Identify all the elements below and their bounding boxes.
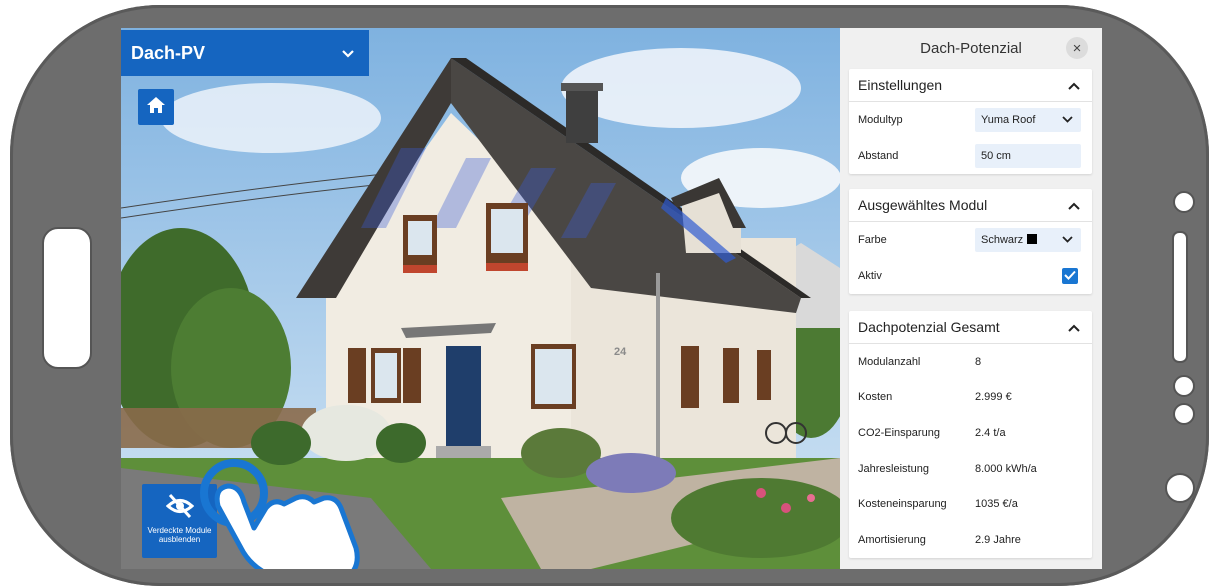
summary-value: 2.9 Jahre [975, 533, 1021, 546]
device-right-slot [1172, 231, 1188, 363]
panel-title: Dach-Potenzial [920, 39, 1022, 57]
module-type-value: Yuma Roof [981, 114, 1036, 126]
summary-row: Jahresleistung 8.000 kWh/a [849, 451, 1092, 487]
selected-module-card: Ausgewähltes Modul Farbe Schwarz Aktiv [849, 189, 1092, 294]
summary-row: Amortisierung 2.9 Jahre [849, 522, 1092, 558]
summary-row: Kosteneinsparung 1035 €/a [849, 486, 1092, 522]
close-button[interactable]: × [1066, 37, 1088, 59]
eye-off-icon [165, 493, 195, 521]
summary-value: 8 [975, 355, 982, 368]
active-label: Aktiv [858, 270, 882, 282]
settings-card-title: Einstellungen [858, 77, 943, 93]
color-select[interactable]: Schwarz [975, 228, 1081, 252]
chevron-up-icon[interactable] [1068, 197, 1080, 213]
chevron-up-icon[interactable] [1068, 77, 1080, 93]
close-icon: × [1072, 39, 1082, 57]
module-type-row: Modultyp Yuma Roof [849, 102, 1092, 138]
active-checkbox[interactable] [1062, 268, 1078, 284]
house-number: 24 [614, 346, 627, 358]
chevron-up-icon[interactable] [1068, 319, 1080, 335]
checkmark-icon [1064, 270, 1076, 283]
spacing-input[interactable]: 50 cm [975, 144, 1081, 168]
summary-row: Modulanzahl 8 [849, 344, 1092, 380]
hand-pointer-icon [196, 458, 376, 569]
summary-label: Kosteneinsparung [858, 498, 947, 511]
app-screen: 24 Dach-PV Verdeckte Module ausblenden D… [121, 28, 1102, 569]
color-label: Farbe [858, 234, 887, 246]
active-row: Aktiv [849, 258, 1092, 294]
roof-potential-panel: Dach-Potenzial × Einstellungen Modultyp … [840, 28, 1102, 569]
color-swatch [1027, 234, 1038, 244]
color-row: Farbe Schwarz [849, 222, 1092, 258]
summary-row: CO2-Einsparung 2.4 t/a [849, 415, 1092, 451]
spacing-row: Abstand 50 cm [849, 138, 1092, 174]
device-sensor-dot [1173, 403, 1195, 425]
device-left-slot [42, 227, 92, 369]
chevron-down-icon [1062, 114, 1073, 126]
settings-card: Einstellungen Modultyp Yuma Roof Abstand… [849, 69, 1092, 174]
total-potential-card-header[interactable]: Dachpotenzial Gesamt [849, 311, 1092, 344]
home-button[interactable] [138, 89, 174, 125]
summary-row: Kosten 2.999 € [849, 380, 1092, 416]
total-potential-card-title: Dachpotenzial Gesamt [858, 319, 1000, 335]
home-icon [146, 96, 166, 119]
selected-module-card-title: Ausgewähltes Modul [858, 197, 988, 213]
settings-card-header[interactable]: Einstellungen [849, 69, 1092, 102]
summary-label: Jahresleistung [858, 462, 929, 475]
layer-select-label: Dach-PV [131, 42, 206, 63]
layer-select-dropdown[interactable]: Dach-PV [121, 30, 369, 76]
chevron-down-icon [1062, 234, 1073, 246]
total-potential-card: Dachpotenzial Gesamt Modulanzahl 8 Koste… [849, 311, 1092, 558]
summary-value: 1035 €/a [975, 498, 1018, 511]
selected-module-card-header[interactable]: Ausgewähltes Modul [849, 189, 1092, 222]
color-value: Schwarz [981, 234, 1024, 246]
summary-value: 2.999 € [975, 391, 1012, 404]
spacing-value: 50 cm [981, 150, 1011, 162]
spacing-label: Abstand [858, 150, 899, 162]
summary-label: Amortisierung [858, 533, 926, 546]
color-select-value-wrap: Schwarz [981, 234, 1038, 246]
module-type-label: Modultyp [858, 114, 903, 126]
summary-label: Modulanzahl [858, 355, 921, 368]
summary-label: Kosten [858, 391, 893, 404]
summary-value: 8.000 kWh/a [975, 462, 1037, 475]
chevron-down-icon [341, 43, 355, 64]
summary-label: CO2-Einsparung [858, 426, 940, 439]
summary-value: 2.4 t/a [975, 426, 1006, 439]
module-type-select[interactable]: Yuma Roof [975, 108, 1081, 132]
panel-header: Dach-Potenzial × [840, 28, 1102, 68]
device-button[interactable] [1165, 473, 1195, 503]
device-camera-dot [1173, 191, 1195, 213]
device-sensor-dot [1173, 375, 1195, 397]
